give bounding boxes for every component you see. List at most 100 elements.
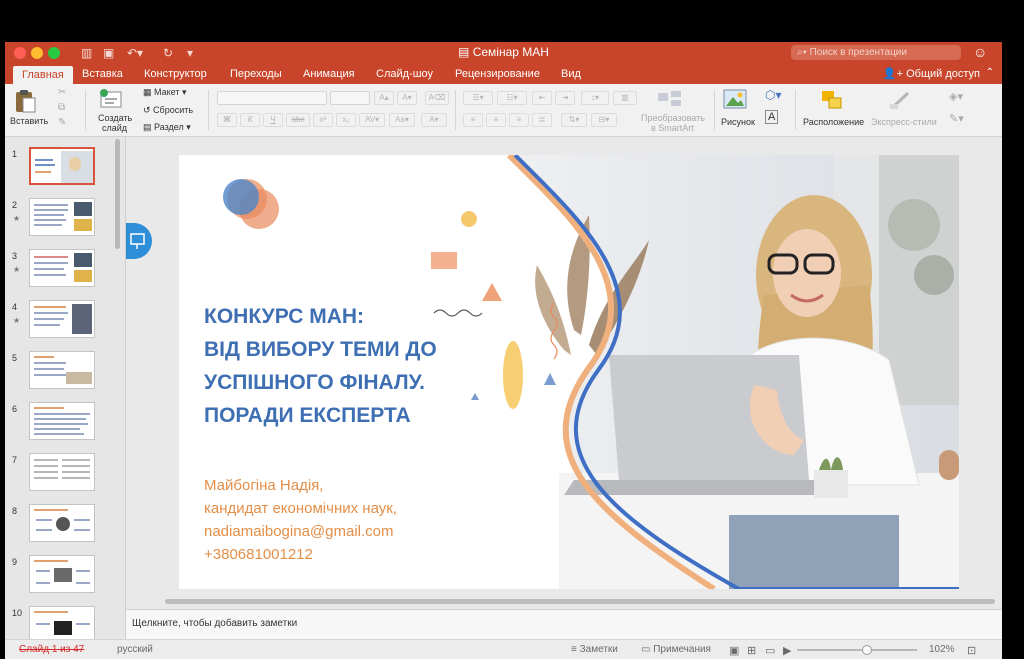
picture-label[interactable]: Рисунок (721, 117, 755, 127)
arrange-icon[interactable] (820, 89, 844, 111)
tab-review[interactable]: Рецензирование (455, 67, 540, 82)
decrease-font-icon[interactable]: A▾ (397, 91, 417, 105)
slide-thumbnail-6[interactable] (29, 402, 95, 440)
line-spacing-icon[interactable]: ↕▾ (581, 91, 609, 105)
layout-button[interactable]: ▦ Макет ▾ (143, 87, 187, 98)
new-slide-label-1[interactable]: Создать (98, 113, 132, 123)
comments-toggle-button[interactable]: ▭ Примечания (641, 644, 711, 655)
zoom-slider-handle[interactable] (862, 645, 872, 655)
text-direction-icon[interactable]: ⇅▾ (561, 113, 587, 127)
quick-styles-icon[interactable] (888, 90, 914, 110)
normal-view-icon[interactable]: ▣ (729, 644, 739, 657)
strikethrough-icon[interactable]: abc (286, 113, 310, 127)
collapse-ribbon-icon[interactable]: ⌃ (986, 67, 994, 78)
search-input[interactable]: ⌕▾ Поиск в презентации (791, 45, 961, 60)
superscript-icon[interactable]: x² (313, 113, 333, 127)
author-line: кандидат економічних наук, (204, 500, 397, 517)
clipboard-icon[interactable] (14, 88, 36, 114)
font-family-select[interactable] (217, 91, 327, 105)
picture-icon[interactable] (723, 88, 747, 110)
cut-icon[interactable]: ✂ (58, 87, 66, 98)
tab-view[interactable]: Вид (561, 67, 581, 82)
bold-icon[interactable]: Ж (217, 113, 237, 127)
tab-animations[interactable]: Анимация (303, 67, 355, 82)
numbering-icon[interactable]: ☷▾ (497, 91, 527, 105)
feedback-smiley-icon[interactable]: ☺ (973, 44, 987, 60)
decrease-indent-icon[interactable]: ⇤ (532, 91, 552, 105)
underline-icon[interactable]: Ч (263, 113, 283, 127)
tab-insert[interactable]: Вставка (82, 67, 123, 82)
font-size-select[interactable] (330, 91, 370, 105)
slide-thumbnail-9[interactable] (29, 555, 95, 593)
arrange-label[interactable]: Расположение (803, 117, 864, 127)
slide-thumbnail-1[interactable] (29, 147, 95, 185)
textbox-icon[interactable]: A (765, 110, 779, 124)
quick-styles-label[interactable]: Экспресс-стили (871, 117, 937, 127)
increase-indent-icon[interactable]: ⇥ (555, 91, 575, 105)
thumbnail-number: 2 (12, 200, 18, 210)
slide-thumbnail-8[interactable] (29, 504, 95, 542)
share-button[interactable]: 👤+ Общий доступ (883, 67, 980, 80)
new-slide-label-2[interactable]: слайд (102, 123, 127, 133)
layout-icon: ▦ (143, 87, 155, 97)
copy-icon[interactable]: ⧉ (58, 102, 65, 113)
reset-icon: ↺ (143, 105, 154, 115)
align-center-icon[interactable]: ≡ (486, 113, 506, 127)
thumbnails-scrollbar[interactable] (115, 139, 120, 249)
shapes-icon[interactable]: ⬡▾ (765, 88, 782, 102)
thumbnail-number: 6 (12, 404, 18, 414)
language-indicator[interactable]: русский (117, 644, 153, 655)
change-case-icon[interactable]: Aa▾ (389, 113, 415, 127)
slide-thumbnail-5[interactable] (29, 351, 95, 389)
align-right-icon[interactable]: ≡ (509, 113, 529, 127)
bullets-icon[interactable]: ☰▾ (463, 91, 493, 105)
zoom-slider-track[interactable] (797, 649, 917, 651)
reset-button[interactable]: ↺ Сбросить (143, 105, 193, 116)
notes-pane[interactable]: Щелкните, чтобы добавить заметки (126, 609, 1002, 640)
slide-thumbnail-3[interactable] (29, 249, 95, 287)
slide-author-block[interactable]: Майбогіна Надія, кандидат економічних на… (204, 474, 494, 566)
font-color-icon[interactable]: A▾ (421, 113, 447, 127)
clear-format-icon[interactable]: A⌫ (425, 91, 449, 105)
slide-sorter-icon[interactable]: ⊞ (747, 644, 756, 657)
columns-icon[interactable]: ▥ (613, 91, 637, 105)
new-slide-icon[interactable] (98, 88, 124, 112)
search-icon: ⌕▾ (797, 47, 810, 58)
tab-slideshow[interactable]: Слайд-шоу (376, 67, 433, 82)
increase-font-icon[interactable]: A▴ (374, 91, 394, 105)
char-spacing-icon[interactable]: AV▾ (359, 113, 385, 127)
justify-icon[interactable]: ≣ (532, 113, 552, 127)
tab-design[interactable]: Конструктор (144, 67, 207, 82)
slide-thumbnail-4[interactable] (29, 300, 95, 338)
shape-fill-icon[interactable]: ◈▾ (949, 90, 963, 103)
slide-1[interactable]: КОНКУРС МАН: ВІД ВИБОРУ ТЕМИ ДО УСПІШНОГ… (179, 155, 959, 589)
fit-to-window-icon[interactable]: ⊡ (967, 644, 976, 657)
reading-view-icon[interactable]: ▭ (765, 644, 775, 657)
align-text-icon[interactable]: ⊟▾ (591, 113, 617, 127)
slide-editing-area: КОНКУРС МАН: ВІД ВИБОРУ ТЕМИ ДО УСПІШНОГ… (126, 137, 1002, 597)
slide-thumbnail-7[interactable] (29, 453, 95, 491)
slide-thumbnail-10[interactable] (29, 606, 95, 639)
slideshow-view-icon[interactable]: ▶ (783, 644, 791, 657)
smartart-icon[interactable] (657, 90, 683, 110)
tab-home[interactable]: Главная (13, 66, 73, 84)
zoom-level[interactable]: 102% (929, 644, 955, 655)
subscript-icon[interactable]: x₂ (336, 113, 356, 127)
paste-label[interactable]: Вставить (10, 116, 48, 126)
smartart-label-2[interactable]: в SmartArt (651, 123, 694, 133)
presenter-icon[interactable] (126, 223, 152, 259)
section-button[interactable]: ▤ Раздел ▾ (143, 122, 191, 133)
thumbnail-number: 1 (12, 149, 18, 159)
canvas-horizontal-scrollbar[interactable] (165, 599, 995, 604)
italic-icon[interactable]: К (240, 113, 260, 127)
align-left-icon[interactable]: ≡ (463, 113, 483, 127)
notes-toggle-button[interactable]: ≡ Заметки (571, 644, 618, 655)
tab-transitions[interactable]: Переходы (230, 67, 282, 82)
slide-thumbnail-2[interactable] (29, 198, 95, 236)
smartart-label-1[interactable]: Преобразовать (641, 113, 705, 123)
shape-outline-icon[interactable]: ✎▾ (949, 112, 964, 125)
comments-icon: ▭ (641, 644, 654, 655)
slide-title[interactable]: КОНКУРС МАН: ВІД ВИБОРУ ТЕМИ ДО УСПІШНОГ… (204, 300, 514, 432)
add-person-icon: 👤+ (882, 68, 907, 80)
format-painter-icon[interactable]: ✎ (58, 117, 66, 128)
